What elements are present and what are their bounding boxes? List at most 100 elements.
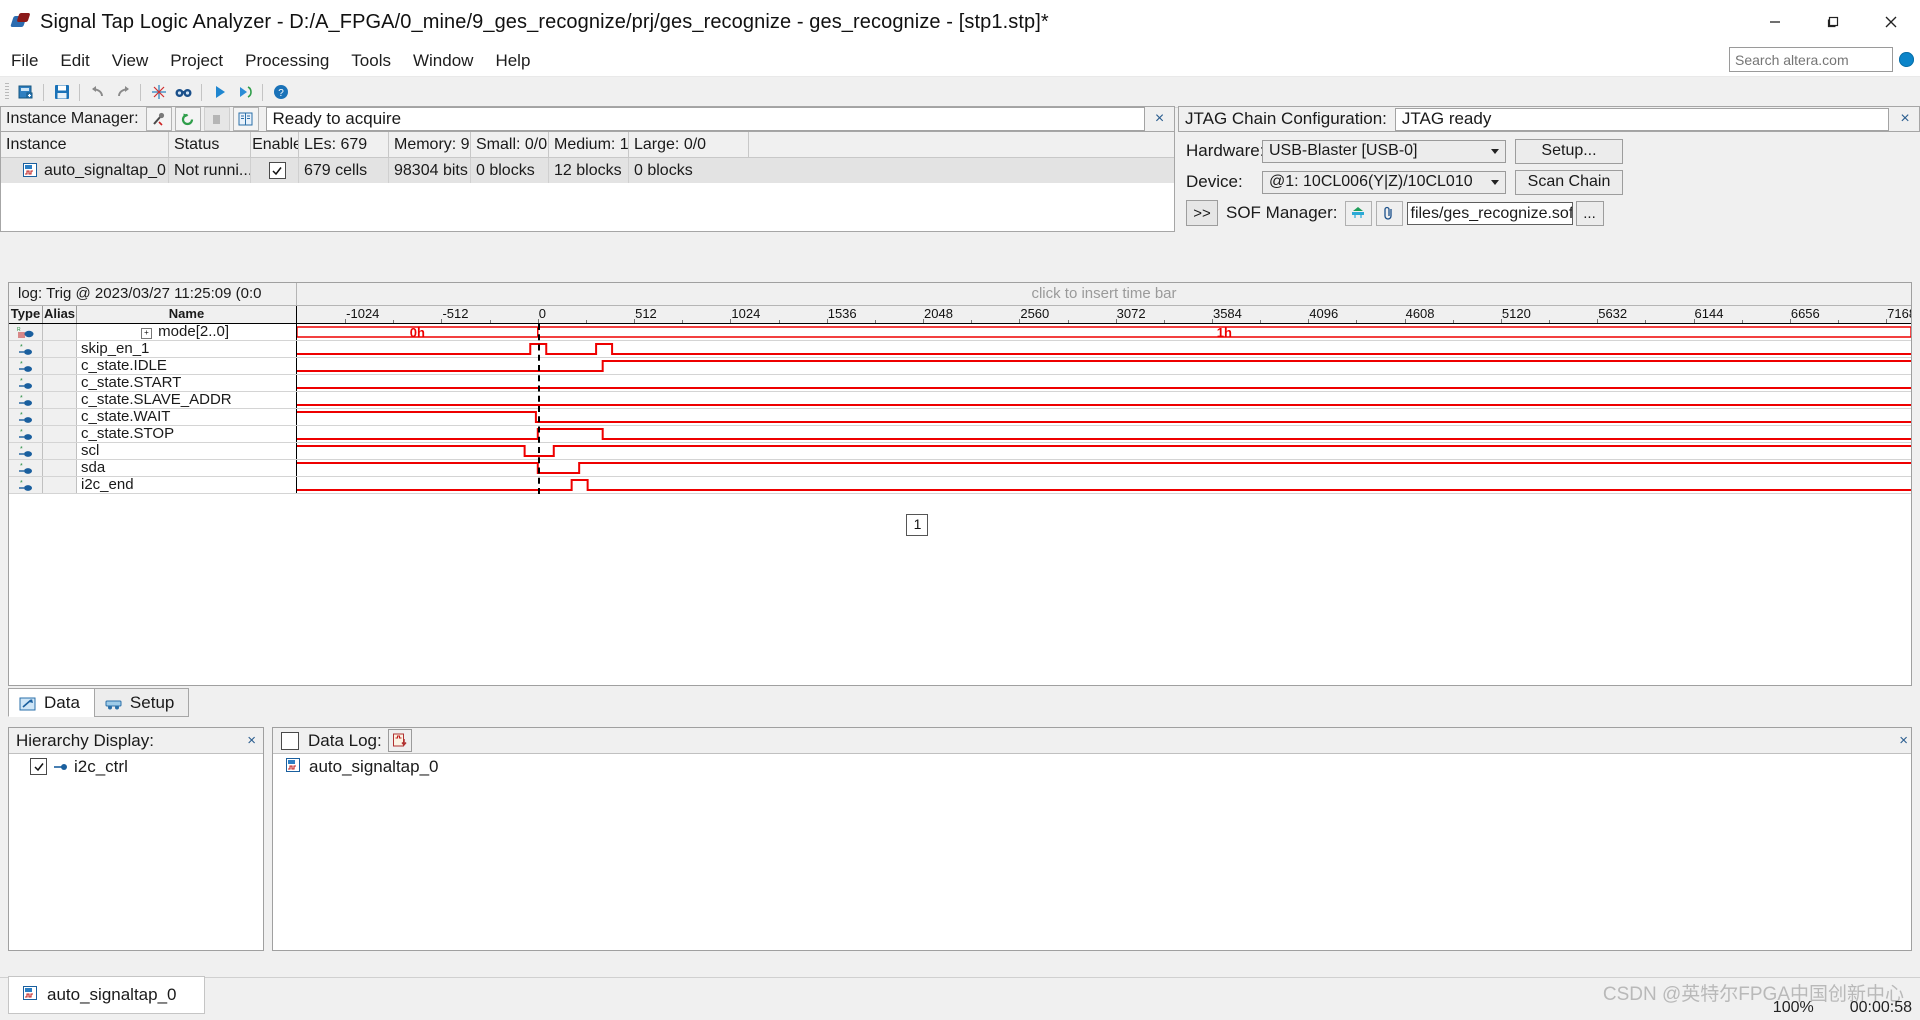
trigger-cursor[interactable]	[537, 324, 540, 494]
sof-path-input[interactable]: files/ges_recognize.sof	[1406, 201, 1573, 225]
hardware-select[interactable]: USB-Blaster [USB-0]	[1262, 139, 1506, 163]
waveform-topbar: log: Trig @ 2023/03/27 11:25:09 (0:0 cli…	[9, 283, 1911, 306]
combinational-icon: *	[9, 477, 43, 493]
menu-file[interactable]: File	[0, 47, 49, 75]
waveform-row[interactable]: R + mode[2..0] 0h 1h	[9, 324, 1911, 341]
status-instance-tab[interactable]: auto_signaltap_0	[8, 976, 205, 1014]
waveform-row[interactable]: * c_state.SLAVE_ADDR	[9, 392, 1911, 409]
run-analysis-button[interactable]	[145, 107, 172, 131]
program-device-icon[interactable]	[1344, 200, 1372, 226]
minimize-button[interactable]	[1746, 0, 1804, 44]
column-les[interactable]: LEs: 679	[299, 132, 389, 157]
time-bar-marker[interactable]: 1	[906, 514, 929, 536]
column-type[interactable]: Type	[9, 306, 43, 323]
menu-tools[interactable]: Tools	[340, 47, 402, 75]
new-stp-icon[interactable]	[14, 81, 37, 104]
column-status[interactable]: Status	[169, 132, 251, 157]
autorun-icon[interactable]	[233, 81, 256, 104]
waveform-signal-name[interactable]: skip_en_1	[77, 341, 297, 357]
scan-chain-button[interactable]: Scan Chain	[1515, 169, 1623, 195]
find-icon[interactable]	[172, 81, 195, 104]
waveform-row[interactable]: * c_state.IDLE	[9, 358, 1911, 375]
cell-enable[interactable]	[251, 158, 299, 183]
help-icon[interactable]: ?	[269, 81, 292, 104]
device-select[interactable]: @1: 10CL006(Y|Z)/10CL010	[1262, 170, 1506, 194]
menu-project[interactable]: Project	[159, 47, 234, 75]
time-ruler[interactable]: -1024 -512 0 512 1024 1536 2048 2560 3072 3584 409…	[297, 306, 1911, 323]
sof-browse-button[interactable]: ...	[1575, 200, 1604, 226]
column-large[interactable]: Large: 0/0	[629, 132, 749, 157]
globe-icon[interactable]	[1899, 52, 1914, 67]
redo-icon[interactable]	[111, 81, 134, 104]
time-tick-label: 512	[635, 306, 657, 321]
time-tick-label: -512	[442, 306, 469, 321]
search-input[interactable]	[1729, 47, 1893, 72]
menu-view[interactable]: View	[101, 47, 160, 75]
column-name[interactable]: Name	[77, 306, 297, 323]
hierarchy-item-i2c-ctrl[interactable]: i2c_ctrl	[9, 754, 263, 779]
sof-expand-button[interactable]: >>	[1186, 200, 1218, 226]
time-tick-mark-minor	[778, 320, 780, 323]
hierarchy-checkbox[interactable]	[30, 758, 47, 775]
column-memory[interactable]: Memory: 9	[389, 132, 471, 157]
waveform-signal-name[interactable]: c_state.START	[77, 375, 297, 391]
time-tick-mark	[1500, 319, 1502, 323]
tab-data[interactable]: Data	[8, 688, 95, 717]
column-small[interactable]: Small: 0/0	[471, 132, 549, 157]
data-log-close-icon[interactable]: ×	[1899, 732, 1911, 749]
setup-button[interactable]: Setup...	[1515, 138, 1623, 164]
enable-checkbox[interactable]	[268, 162, 286, 179]
undo-icon[interactable]	[86, 81, 109, 104]
menu-processing[interactable]: Processing	[234, 47, 340, 75]
attach-icon[interactable]	[1375, 200, 1403, 226]
waveform-row[interactable]: * c_state.WAIT	[9, 409, 1911, 426]
waveform-row[interactable]: * scl	[9, 443, 1911, 460]
node-finder-icon[interactable]	[147, 81, 170, 104]
waveform-signal-name[interactable]: c_state.STOP	[77, 426, 297, 442]
log-label: log: Trig @ 2023/03/27 11:25:09 (0:0	[9, 283, 297, 305]
report-button[interactable]	[232, 107, 259, 131]
list-item[interactable]: auto_signaltap_0	[273, 754, 1911, 780]
run-analysis-icon[interactable]	[208, 81, 231, 104]
time-tick-mark	[1789, 319, 1791, 323]
instance-manager-close-icon[interactable]: ×	[1145, 106, 1175, 132]
maximize-restore-button[interactable]	[1804, 0, 1862, 44]
waveform-signal-name[interactable]: i2c_end	[77, 477, 297, 493]
close-button[interactable]	[1862, 0, 1920, 44]
save-data-log-icon[interactable]	[387, 729, 412, 752]
waveform-signal-name[interactable]: c_state.SLAVE_ADDR	[77, 392, 297, 408]
save-icon[interactable]	[50, 81, 73, 104]
waveform-signal-name[interactable]: scl	[77, 443, 297, 459]
time-tick-label: -1024	[346, 306, 380, 321]
menu-edit[interactable]: Edit	[49, 47, 100, 75]
column-enable[interactable]: Enable	[251, 132, 299, 157]
waveform-signal-name[interactable]: c_state.WAIT	[77, 409, 297, 425]
table-row[interactable]: auto_signaltap_0 Not runni... 679 cells …	[1, 158, 1174, 183]
insert-time-bar-hint[interactable]: click to insert time bar	[297, 283, 1911, 305]
jtag-close-icon[interactable]: ×	[1891, 110, 1919, 128]
menu-window[interactable]: Window	[402, 47, 484, 75]
waveform-row[interactable]: * sda	[9, 460, 1911, 477]
waveform-row[interactable]: * i2c_end	[9, 477, 1911, 494]
hierarchy-close-icon[interactable]: ×	[247, 732, 259, 749]
hierarchy-title: Hierarchy Display:	[16, 730, 154, 750]
tab-setup[interactable]: Setup	[93, 688, 190, 717]
column-instance[interactable]: Instance	[1, 132, 169, 157]
status-bar: auto_signaltap_0 CSDN @英特尔FPGA中国创新中心 100…	[0, 976, 1920, 1020]
expand-icon[interactable]: +	[141, 328, 152, 339]
waveform-signal-name[interactable]: + mode[2..0]	[77, 324, 297, 340]
toolbar-grip[interactable]	[5, 83, 9, 101]
column-medium[interactable]: Medium: 1;	[549, 132, 629, 157]
column-alias[interactable]: Alias	[43, 306, 77, 323]
waveform-signal-name[interactable]: sda	[77, 460, 297, 476]
waveform-signal-name[interactable]: c_state.IDLE	[77, 358, 297, 374]
time-tick-mark-minor	[489, 320, 491, 323]
waveform-row[interactable]: * c_state.START	[9, 375, 1911, 392]
menu-help[interactable]: Help	[484, 47, 541, 75]
stop-button[interactable]	[203, 107, 230, 131]
waveform-row[interactable]: * skip_en_1	[9, 341, 1911, 358]
time-tick-mark-minor	[1838, 320, 1839, 323]
waveform-row[interactable]: * c_state.STOP	[9, 426, 1911, 443]
stop-analysis-button[interactable]	[174, 107, 201, 131]
data-log-checkbox[interactable]	[281, 731, 299, 750]
